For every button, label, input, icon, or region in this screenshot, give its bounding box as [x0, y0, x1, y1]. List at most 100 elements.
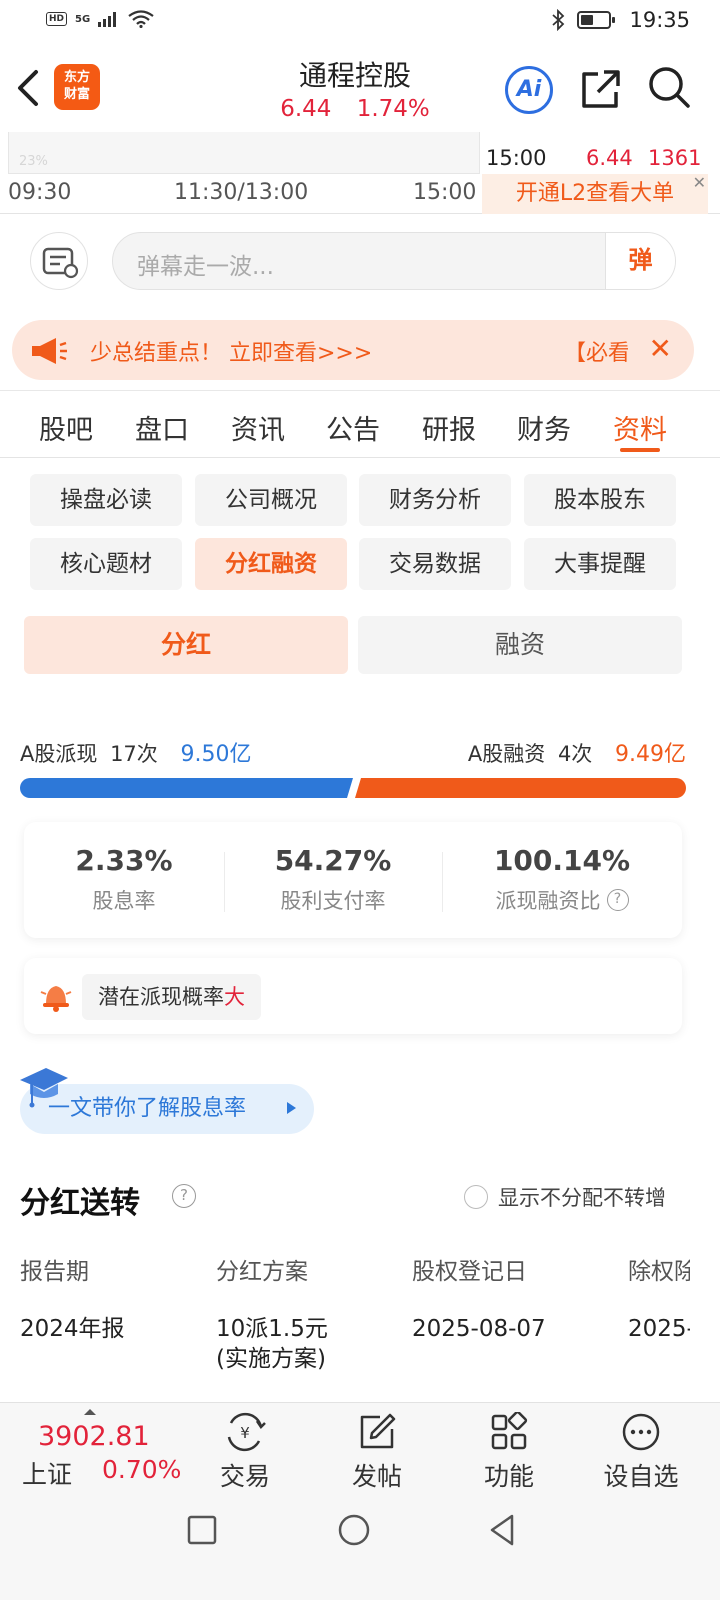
stat-value: 54.27%: [274, 844, 392, 877]
cell-ex-date: 2025-08-08: [628, 1316, 690, 1342]
financing-summary: A股融资 4次 9.49亿: [468, 736, 686, 768]
tab-announcements[interactable]: 公告: [313, 408, 393, 447]
battery-icon: [577, 11, 616, 29]
subtab-financial-analysis[interactable]: 财务分析: [359, 474, 511, 526]
financing-label: A股融资: [467, 742, 546, 766]
help-icon[interactable]: ?: [172, 1184, 196, 1208]
search-icon: [649, 67, 690, 108]
plan-line: 10派1.5元: [216, 1316, 328, 1342]
system-nav-bar: [0, 1492, 720, 1600]
dividend-amount: 9.50亿: [180, 742, 252, 767]
nav-add-watchlist[interactable]: 设自选: [586, 1411, 696, 1493]
nav-functions[interactable]: 功能: [454, 1411, 564, 1493]
subtab-company-overview[interactable]: 公司概况: [195, 474, 347, 526]
tab-pankou[interactable]: 盘口: [122, 408, 202, 447]
probability-level: 大: [224, 985, 245, 1009]
stat-label: 股息率: [92, 889, 156, 913]
megaphone-icon: [32, 338, 67, 364]
dividend-probability-card: 潜在派现概率大: [24, 958, 682, 1034]
grid-icon: [491, 1412, 528, 1450]
ratio-bar-svg: [20, 778, 686, 798]
index-name: 上证: [22, 1460, 73, 1489]
intraday-chart-strip: 23% 09:30 11:30/13:00 15:00 15:00 6.44 1…: [0, 132, 720, 214]
learn-link-text: 一文带你了解股息率: [48, 1096, 247, 1121]
caret-up-icon: [84, 1409, 96, 1415]
subtab-events[interactable]: 大事提醒: [524, 538, 676, 590]
stock-price: 6.44: [280, 96, 332, 122]
l2-upgrade-banner[interactable]: 开通L2查看大单 ✕: [482, 174, 708, 214]
graduation-cap-icon: [20, 1068, 68, 1108]
plan-status: (实施方案): [216, 1346, 326, 1372]
back-icon[interactable]: [484, 1512, 520, 1548]
dividend-label: A股派现: [20, 742, 98, 766]
subtab-dividend-financing[interactable]: 分红融资: [195, 538, 347, 590]
subtab-core-themes[interactable]: 核心题材: [30, 538, 182, 590]
notice-text: 少总结重点！ 立即查看>>>: [90, 341, 373, 366]
dividend-bar-segment: [20, 778, 353, 798]
clock: 19:35: [629, 8, 690, 32]
home-icon[interactable]: [336, 1512, 372, 1548]
more-icon: [622, 1413, 660, 1451]
toggle-label: 显示不分配不转增: [498, 1186, 666, 1210]
stock-header: 东方财富 通程控股 6.44 1.74% Ai: [0, 44, 720, 132]
time-midday: 11:30/13:00: [174, 180, 309, 205]
close-icon[interactable]: ✕: [693, 174, 706, 192]
tick-volume: 1361: [648, 146, 702, 170]
segment-financing[interactable]: 融资: [358, 616, 682, 674]
intraday-chart[interactable]: 23%: [8, 132, 480, 174]
stat-payout-ratio: 54.27% 股利支付率: [224, 844, 442, 915]
l2-banner-text: 开通L2查看大单: [515, 181, 675, 206]
danmu-input[interactable]: 弹幕走一波... 弹: [112, 232, 676, 290]
tab-news[interactable]: 资讯: [218, 408, 298, 447]
signal-icon: [98, 12, 117, 27]
subtab-shareholders[interactable]: 股本股东: [524, 474, 676, 526]
tick-time: 15:00: [486, 146, 547, 170]
index-change: 0.70%: [102, 1455, 182, 1484]
index-price: 3902.81: [38, 1421, 150, 1452]
tab-finance[interactable]: 财务: [504, 408, 584, 447]
subtab-must-read[interactable]: 操盘必读: [30, 474, 182, 526]
status-left: HD 5G: [46, 10, 154, 28]
edit-icon: [360, 1413, 396, 1449]
section-title: 分红送转: [20, 1186, 140, 1221]
danmu-placeholder: 弹幕走一波...: [137, 254, 274, 280]
eastmoney-logo[interactable]: 东方财富: [54, 64, 100, 110]
tab-guba[interactable]: 股吧: [26, 408, 106, 447]
subtab-trading-data[interactable]: 交易数据: [359, 538, 511, 590]
bell-icon: [40, 986, 72, 1012]
active-tab-indicator: [620, 448, 660, 452]
stat-dividend-financing-ratio: 100.14% 派现融资比?: [442, 844, 682, 915]
share-button[interactable]: [578, 66, 624, 112]
cell-plan: 10派1.5元 (实施方案): [216, 1314, 328, 1374]
back-button[interactable]: [14, 66, 44, 110]
notice-text-secondary: 【必看】: [564, 341, 628, 366]
recent-apps-icon[interactable]: [186, 1514, 218, 1546]
help-icon[interactable]: ?: [606, 889, 629, 911]
search-button[interactable]: [646, 64, 692, 110]
radio-button[interactable]: [464, 1185, 488, 1209]
nav-label: 设自选: [603, 1462, 679, 1491]
wifi-icon: [128, 10, 154, 28]
tab-profile[interactable]: 资料: [600, 408, 680, 447]
chart-percent-label: 23%: [19, 154, 48, 169]
tab-research[interactable]: 研报: [409, 408, 489, 447]
stat-value: 2.33%: [75, 844, 173, 877]
dividend-financing-bar: [20, 778, 686, 798]
close-icon[interactable]: ✕: [649, 334, 672, 364]
show-no-distribution-toggle[interactable]: 显示不分配不转增: [464, 1182, 666, 1212]
dividend-count: 17次: [110, 742, 158, 766]
segment-dividend[interactable]: 分红: [24, 616, 348, 674]
nav-trade[interactable]: ¥ 交易: [190, 1411, 300, 1493]
dividend-stats-card: 2.33% 股息率 54.27% 股利支付率 100.14% 派现融资比?: [24, 822, 682, 938]
ai-assistant-button[interactable]: Ai: [505, 66, 553, 114]
network-label: 5G: [75, 13, 91, 25]
danmu-settings-button[interactable]: [30, 232, 88, 290]
nav-post[interactable]: 发帖: [322, 1411, 432, 1493]
notice-banner[interactable]: 少总结重点！ 立即查看>>> 【必看】 ✕: [12, 320, 694, 380]
index-ticker[interactable]: 3902.81 上证 0.70%: [0, 1403, 190, 1493]
cell-period: 2024年报: [20, 1316, 125, 1342]
danmu-send-button[interactable]: 弹: [605, 233, 675, 289]
column-header: 除权除息日: [628, 1259, 690, 1285]
bluetooth-icon: [552, 9, 565, 31]
column-header: 分红方案: [216, 1259, 308, 1285]
